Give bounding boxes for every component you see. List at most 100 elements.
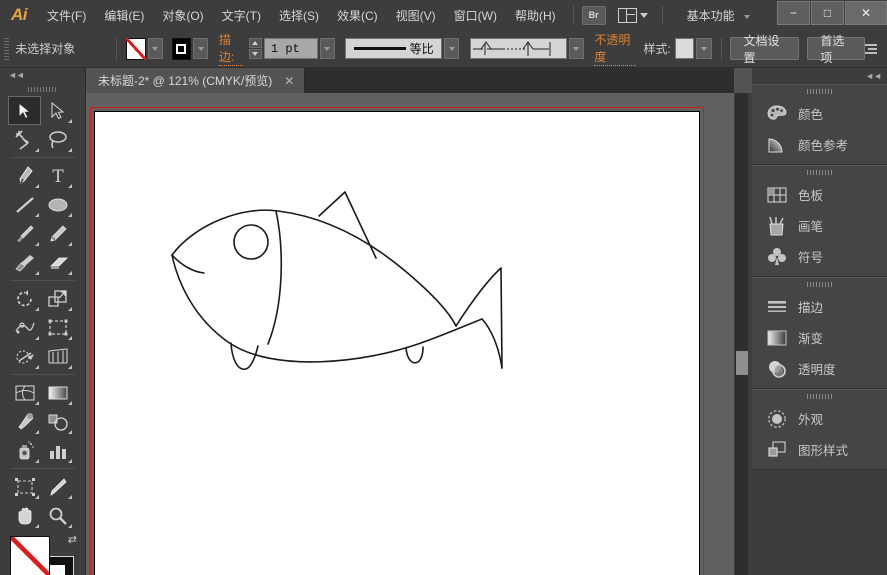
- panel-group-4-grip[interactable]: [752, 390, 887, 403]
- graphic-styles-icon: [766, 439, 788, 461]
- stroke-weight-input[interactable]: 1 pt: [264, 38, 318, 59]
- panels-collapse-button[interactable]: ◄◄: [752, 68, 887, 84]
- options-bar-grip[interactable]: [4, 38, 9, 60]
- column-graph-tool[interactable]: [41, 436, 74, 465]
- stroke-profile-dropdown-button[interactable]: [444, 38, 459, 59]
- minimize-button[interactable]: −: [777, 1, 810, 25]
- paintbrush-tool[interactable]: [8, 219, 41, 248]
- vertical-scrollbar-thumb[interactable]: [736, 351, 748, 375]
- transparency-icon: [766, 358, 788, 380]
- fill-dropdown-button[interactable]: [148, 38, 163, 59]
- panel-group-2-grip[interactable]: [752, 166, 887, 179]
- width-tool[interactable]: [8, 313, 41, 342]
- stroke-weight-label[interactable]: 描边:: [219, 31, 243, 66]
- rotate-tool[interactable]: [8, 284, 41, 313]
- illustrator-window: Ai 文件(F) 编辑(E) 对象(O) 文字(T) 选择(S) 效果(C) 视…: [0, 0, 887, 575]
- arrange-documents-button[interactable]: [618, 8, 648, 23]
- style-dropdown-button[interactable]: [696, 38, 711, 59]
- chevron-down-icon: [640, 13, 648, 18]
- workspace-switcher-label[interactable]: 基本功能: [687, 7, 735, 24]
- tools-collapse-button[interactable]: ◄◄: [0, 68, 85, 82]
- menu-type[interactable]: 文字(T): [213, 0, 270, 30]
- bridge-icon[interactable]: Br: [582, 6, 606, 25]
- width-profile-dropdown-button[interactable]: [569, 38, 584, 59]
- fill-color-swatch[interactable]: [126, 38, 146, 60]
- panel-item-color[interactable]: 颜色: [752, 98, 887, 129]
- variable-width-profile-select[interactable]: [470, 38, 567, 59]
- line-segment-tool[interactable]: [8, 190, 41, 219]
- document-tab-title: 未标题-2* @ 121% (CMYK/预览): [98, 72, 272, 89]
- menu-edit[interactable]: 编辑(E): [95, 0, 153, 30]
- opacity-label[interactable]: 不透明度: [594, 31, 636, 66]
- artboard-tool[interactable]: [8, 472, 41, 501]
- eraser-tool[interactable]: [41, 248, 74, 277]
- panel-group-3-grip[interactable]: [752, 278, 887, 291]
- free-transform-tool[interactable]: [41, 313, 74, 342]
- pencil-tool[interactable]: [41, 219, 74, 248]
- pen-tool[interactable]: [8, 161, 41, 190]
- tools-panel-grip[interactable]: [0, 82, 85, 96]
- stroke-dropdown-button[interactable]: [193, 38, 208, 59]
- blob-brush-tool[interactable]: [8, 248, 41, 277]
- stroke-weight-stepper[interactable]: [249, 38, 262, 59]
- symbol-sprayer-tool[interactable]: [8, 436, 41, 465]
- panel-item-transparency[interactable]: 透明度: [752, 353, 887, 384]
- vertical-scrollbar[interactable]: [734, 93, 748, 575]
- scale-tool[interactable]: [41, 284, 74, 313]
- panel-item-gradient[interactable]: 渐变: [752, 322, 887, 353]
- lasso-tool[interactable]: [41, 125, 74, 154]
- stroke-weight-dropdown-button[interactable]: [320, 38, 335, 59]
- direct-selection-tool[interactable]: [41, 96, 74, 125]
- panel-item-color-guide-label: 颜色参考: [798, 135, 848, 154]
- zoom-tool[interactable]: [41, 501, 74, 530]
- panel-item-stroke-label: 描边: [798, 297, 823, 316]
- swap-fill-stroke-icon[interactable]: ⇄: [68, 533, 77, 546]
- canvas-area[interactable]: [86, 93, 734, 575]
- slice-tool[interactable]: [41, 472, 74, 501]
- mesh-tool[interactable]: [8, 378, 41, 407]
- ellipse-tool[interactable]: [41, 190, 74, 219]
- stepper-down[interactable]: [249, 49, 262, 59]
- stroke-color-swatch[interactable]: [172, 38, 192, 60]
- hand-tool[interactable]: [8, 501, 41, 530]
- type-tool[interactable]: T: [41, 161, 74, 190]
- panel-item-brushes[interactable]: 画笔: [752, 210, 887, 241]
- menu-select[interactable]: 选择(S): [270, 0, 328, 30]
- panel-item-appearance[interactable]: 外观: [752, 403, 887, 434]
- menu-window[interactable]: 窗口(W): [445, 0, 506, 30]
- graphic-style-swatch[interactable]: [675, 38, 695, 59]
- menu-help[interactable]: 帮助(H): [506, 0, 565, 30]
- stroke-profile-select[interactable]: 等比: [345, 38, 442, 59]
- panel-item-graphic-styles[interactable]: 图形样式: [752, 434, 887, 465]
- selection-tool[interactable]: [8, 96, 41, 125]
- close-icon[interactable]: ✕: [284, 74, 294, 88]
- menu-file[interactable]: 文件(F): [38, 0, 95, 30]
- shape-builder-tool[interactable]: [8, 342, 41, 371]
- options-panel-menu-icon[interactable]: [865, 44, 877, 54]
- magic-wand-tool[interactable]: [8, 125, 41, 154]
- blend-tool[interactable]: [41, 407, 74, 436]
- tool-row-6: [8, 248, 77, 277]
- maximize-button[interactable]: □: [811, 1, 844, 25]
- menu-object[interactable]: 对象(O): [153, 0, 212, 30]
- menu-effect[interactable]: 效果(C): [328, 0, 387, 30]
- perspective-grid-tool[interactable]: [41, 342, 74, 371]
- fish-line-drawing[interactable]: [156, 178, 516, 388]
- document-tab[interactable]: 未标题-2* @ 121% (CMYK/预览) ✕: [86, 68, 305, 93]
- stepper-up[interactable]: [249, 38, 262, 48]
- workspace-chevron-down-icon[interactable]: [744, 15, 750, 19]
- panel-item-symbols[interactable]: 符号: [752, 241, 887, 272]
- preferences-button[interactable]: 首选项: [807, 37, 865, 60]
- panel-item-color-guide[interactable]: 颜色参考: [752, 129, 887, 160]
- options-divider-1: [116, 38, 117, 60]
- panel-item-swatches[interactable]: 色板: [752, 179, 887, 210]
- close-button[interactable]: ✕: [845, 1, 887, 25]
- document-setup-button[interactable]: 文档设置: [730, 37, 798, 60]
- gradient-tool[interactable]: [41, 378, 74, 407]
- panel-item-stroke[interactable]: 描边: [752, 291, 887, 322]
- swatches-icon: [766, 184, 788, 206]
- panel-group-1-grip[interactable]: [752, 85, 887, 98]
- eyedropper-tool[interactable]: [8, 407, 41, 436]
- menu-view[interactable]: 视图(V): [387, 0, 445, 30]
- fill-swatch-large[interactable]: [10, 536, 50, 575]
